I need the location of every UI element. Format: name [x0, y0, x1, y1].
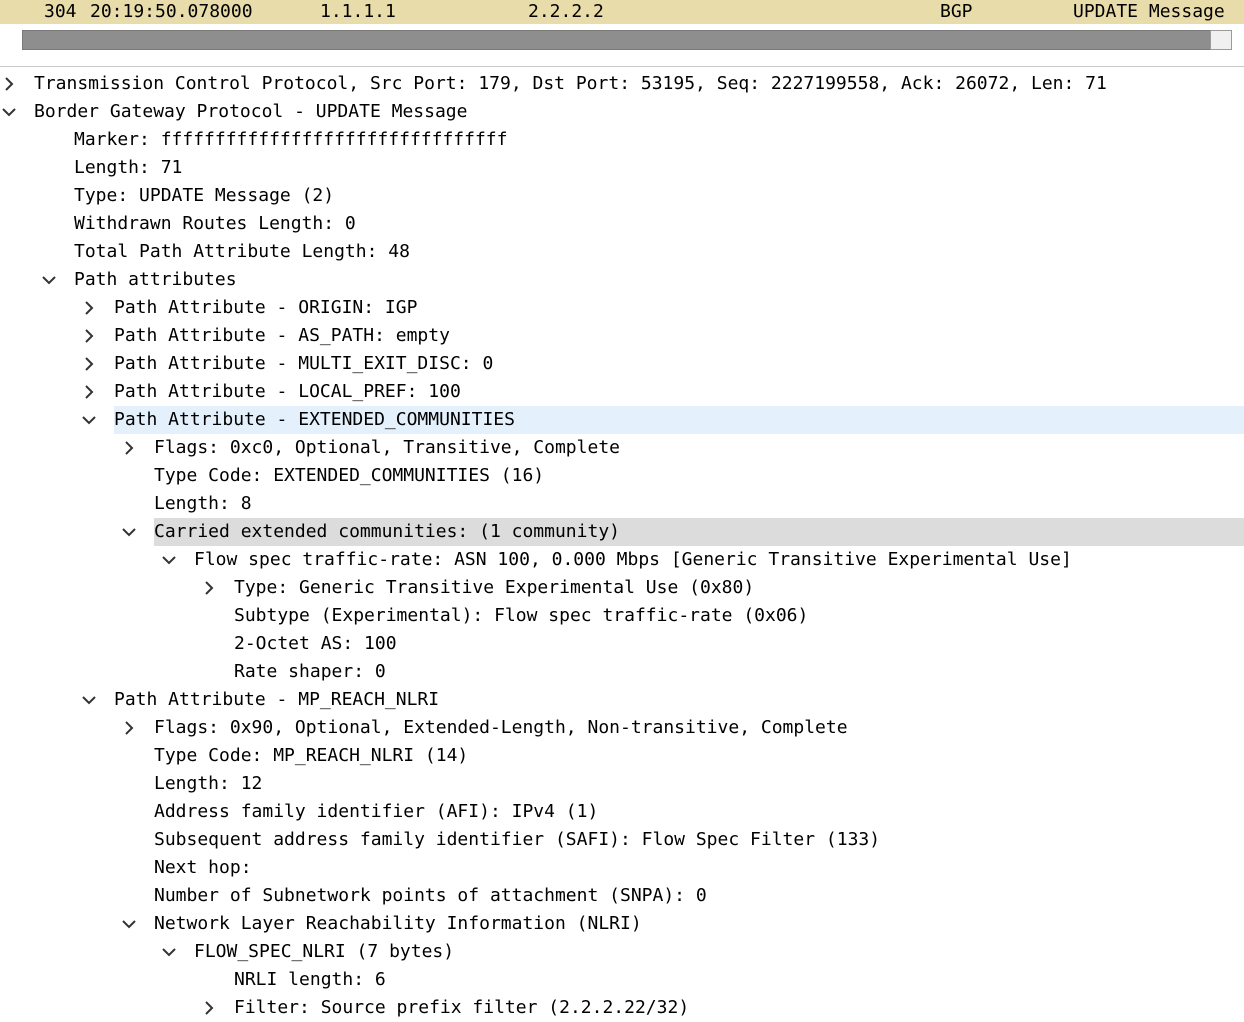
chevron-down-icon[interactable]	[2, 105, 16, 119]
attr-med[interactable]: Path Attribute - MULTI_EXIT_DISC: 0	[0, 350, 1244, 378]
path-attributes[interactable]: Path attributes	[0, 266, 1244, 294]
selected-packet-row[interactable]: 304 20:19:50.078000 1.1.1.1 2.2.2.2 BGP …	[0, 0, 1244, 24]
flow-spec-nlri[interactable]: FLOW_SPEC_NLRI (7 bytes)	[0, 938, 1244, 966]
tree-item-label: Withdrawn Routes Length: 0	[74, 213, 356, 234]
tree-item-label: Length: 8	[154, 493, 252, 514]
carried-ext-communities[interactable]: Carried extended communities: (1 communi…	[0, 518, 1244, 546]
tree-item-label: Network Layer Reachability Information (…	[154, 913, 642, 934]
tree-item-label: Type: UPDATE Message (2)	[74, 185, 335, 206]
chevron-right-icon[interactable]	[82, 301, 96, 315]
tree-item-label: Path attributes	[74, 269, 237, 290]
mp-reach-flags[interactable]: Flags: 0x90, Optional, Extended-Length, …	[0, 714, 1244, 742]
tree-item-label: Flags: 0xc0, Optional, Transitive, Compl…	[154, 437, 620, 458]
tree-item-label: Path Attribute - MP_REACH_NLRI	[114, 689, 440, 710]
flowspec-traffic-rate[interactable]: Flow spec traffic-rate: ASN 100, 0.000 M…	[0, 546, 1244, 574]
tree-item-label: Next hop:	[154, 857, 252, 878]
tree-item-label: Border Gateway Protocol - UPDATE Message	[34, 101, 468, 122]
source-prefix-filter[interactable]: Filter: Source prefix filter (2.2.2.22/3…	[0, 994, 1244, 1022]
tree-item-label: Transmission Control Protocol, Src Port:…	[34, 73, 1107, 94]
chevron-right-icon[interactable]	[82, 357, 96, 371]
afi[interactable]: Address family identifier (AFI): IPv4 (1…	[0, 798, 1244, 826]
nlri-length[interactable]: NRLI length: 6	[0, 966, 1244, 994]
tree-item-label: Number of Subnetwork points of attachmen…	[154, 885, 707, 906]
chevron-down-icon[interactable]	[82, 693, 96, 707]
tree-item-label: Path Attribute - EXTENDED_COMMUNITIES	[114, 406, 1244, 434]
tree-item-label: Address family identifier (AFI): IPv4 (1…	[154, 801, 599, 822]
total-path-attr-length[interactable]: Total Path Attribute Length: 48	[0, 238, 1244, 266]
tree-item-label: Path Attribute - MULTI_EXIT_DISC: 0	[114, 353, 494, 374]
tree-item-label: Total Path Attribute Length: 48	[74, 241, 410, 262]
packet-number: 304	[44, 1, 77, 22]
tree-item-label: Path Attribute - AS_PATH: empty	[114, 325, 450, 346]
tree-item-label: Type: Generic Transitive Experimental Us…	[234, 577, 755, 598]
chevron-right-icon[interactable]	[202, 581, 216, 595]
bgp-tree-item[interactable]: Border Gateway Protocol - UPDATE Message	[0, 98, 1244, 126]
scrollbar-thumb[interactable]	[1210, 30, 1232, 50]
bgp-marker[interactable]: Marker: ffffffffffffffffffffffffffffffff	[0, 126, 1244, 154]
packet-destination: 2.2.2.2	[528, 1, 604, 22]
ext-comm-type-code[interactable]: Type Code: EXTENDED_COMMUNITIES (16)	[0, 462, 1244, 490]
ext-comm-flags[interactable]: Flags: 0xc0, Optional, Transitive, Compl…	[0, 434, 1244, 462]
safi[interactable]: Subsequent address family identifier (SA…	[0, 826, 1244, 854]
tree-item-label: Marker: ffffffffffffffffffffffffffffffff	[74, 129, 508, 150]
ext-comm-length[interactable]: Length: 8	[0, 490, 1244, 518]
rate-shaper[interactable]: Rate shaper: 0	[0, 658, 1244, 686]
tree-item-label: Filter: Source prefix filter (2.2.2.22/3…	[234, 997, 690, 1018]
tree-item-label: Path Attribute - ORIGIN: IGP	[114, 297, 418, 318]
attr-as-path[interactable]: Path Attribute - AS_PATH: empty	[0, 322, 1244, 350]
tree-item-label: Length: 12	[154, 773, 263, 794]
community-as[interactable]: 2-Octet AS: 100	[0, 630, 1244, 658]
chevron-down-icon[interactable]	[162, 945, 176, 959]
tree-item-label: Type Code: MP_REACH_NLRI (14)	[154, 745, 469, 766]
attr-local-pref[interactable]: Path Attribute - LOCAL_PREF: 100	[0, 378, 1244, 406]
snpa-count[interactable]: Number of Subnetwork points of attachmen…	[0, 882, 1244, 910]
mp-reach-type-code[interactable]: Type Code: MP_REACH_NLRI (14)	[0, 742, 1244, 770]
tree-item-label: 2-Octet AS: 100	[234, 633, 397, 654]
tree-item-label: Path Attribute - LOCAL_PREF: 100	[114, 381, 461, 402]
chevron-right-icon[interactable]	[2, 77, 16, 91]
community-subtype[interactable]: Subtype (Experimental): Flow spec traffi…	[0, 602, 1244, 630]
pane-divider[interactable]	[0, 66, 1244, 67]
packet-time: 20:19:50.078000	[90, 1, 253, 22]
packet-info: UPDATE Message	[1073, 1, 1225, 22]
packet-details-tree: Transmission Control Protocol, Src Port:…	[0, 70, 1244, 1022]
next-hop[interactable]: Next hop:	[0, 854, 1244, 882]
tree-item-label: FLOW_SPEC_NLRI (7 bytes)	[194, 941, 455, 962]
chevron-right-icon[interactable]	[122, 721, 136, 735]
chevron-down-icon[interactable]	[162, 553, 176, 567]
packet-source: 1.1.1.1	[320, 1, 396, 22]
chevron-down-icon[interactable]	[42, 273, 56, 287]
mp-reach-length[interactable]: Length: 12	[0, 770, 1244, 798]
attr-origin[interactable]: Path Attribute - ORIGIN: IGP	[0, 294, 1244, 322]
tree-item-label: Flow spec traffic-rate: ASN 100, 0.000 M…	[194, 549, 1072, 570]
tree-item-label: Rate shaper: 0	[234, 661, 386, 682]
chevron-down-icon[interactable]	[122, 525, 136, 539]
community-type[interactable]: Type: Generic Transitive Experimental Us…	[0, 574, 1244, 602]
nlri[interactable]: Network Layer Reachability Information (…	[0, 910, 1244, 938]
chevron-right-icon[interactable]	[202, 1001, 216, 1015]
chevron-right-icon[interactable]	[122, 441, 136, 455]
horizontal-scrollbar[interactable]	[22, 30, 1232, 50]
tree-item-label: Type Code: EXTENDED_COMMUNITIES (16)	[154, 465, 545, 486]
tree-item-label: Carried extended communities: (1 communi…	[154, 518, 1244, 546]
chevron-down-icon[interactable]	[122, 917, 136, 931]
chevron-right-icon[interactable]	[82, 385, 96, 399]
tree-item-label: Length: 71	[74, 157, 183, 178]
tree-item-label: Subsequent address family identifier (SA…	[154, 829, 881, 850]
tree-item-label: NRLI length: 6	[234, 969, 386, 990]
bgp-type[interactable]: Type: UPDATE Message (2)	[0, 182, 1244, 210]
attr-mp-reach-nlri[interactable]: Path Attribute - MP_REACH_NLRI	[0, 686, 1244, 714]
packet-protocol: BGP	[940, 1, 973, 22]
tree-item-label: Subtype (Experimental): Flow spec traffi…	[234, 605, 809, 626]
bgp-length[interactable]: Length: 71	[0, 154, 1244, 182]
tcp-tree-item[interactable]: Transmission Control Protocol, Src Port:…	[0, 70, 1244, 98]
attr-extended-communities[interactable]: Path Attribute - EXTENDED_COMMUNITIES	[0, 406, 1244, 434]
chevron-down-icon[interactable]	[82, 413, 96, 427]
chevron-right-icon[interactable]	[82, 329, 96, 343]
withdrawn-routes-length[interactable]: Withdrawn Routes Length: 0	[0, 210, 1244, 238]
tree-item-label: Flags: 0x90, Optional, Extended-Length, …	[154, 717, 848, 738]
